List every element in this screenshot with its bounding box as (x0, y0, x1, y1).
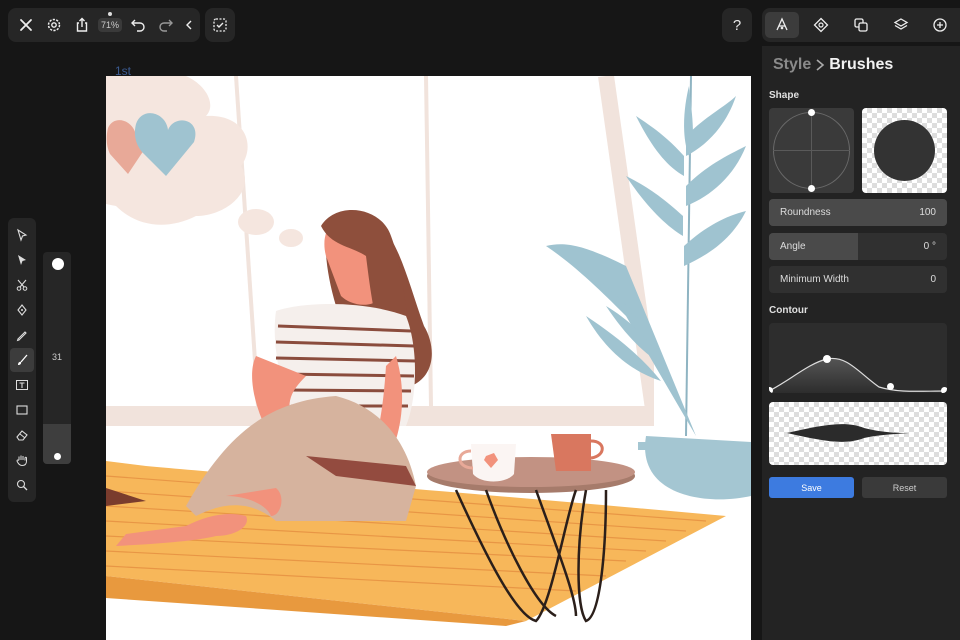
tool-bar (8, 218, 36, 502)
chevron-left-icon[interactable] (180, 11, 198, 39)
minimum-width-value: 0 (930, 274, 936, 285)
dashed-check-icon[interactable] (206, 11, 234, 39)
layers-tab-icon[interactable] (884, 12, 918, 38)
breadcrumb-brushes: Brushes (829, 56, 894, 73)
panel-tabs (762, 8, 960, 42)
selection-toolbar (205, 8, 235, 42)
contour-point[interactable] (769, 387, 773, 393)
contour-point[interactable] (941, 387, 947, 393)
breadcrumb: Style Brushes (773, 56, 893, 74)
contour-curve (769, 357, 947, 393)
help-label: ? (732, 16, 742, 34)
min-size-dot (54, 453, 61, 460)
zoom-icon[interactable] (10, 473, 34, 497)
minimum-width-slider[interactable]: Minimum Width 0 (769, 266, 947, 293)
brush-size-handle[interactable] (52, 258, 64, 270)
shape-bottom-handle[interactable] (808, 185, 815, 192)
help-button[interactable]: ? (723, 11, 751, 39)
angle-value: 0 ° (923, 241, 936, 252)
brush-icon[interactable] (10, 347, 34, 372)
minimum-width-label: Minimum Width (780, 274, 849, 285)
brush-shape-preview (862, 108, 947, 193)
save-button[interactable]: Save (769, 477, 854, 498)
direct-select-icon[interactable] (10, 248, 34, 272)
hand-icon[interactable] (10, 448, 34, 472)
fill-tab-icon[interactable] (804, 12, 838, 38)
stroke-preview-shape (787, 424, 909, 442)
roundness-value: 100 (919, 207, 936, 218)
pen-icon[interactable] (10, 298, 34, 322)
properties-panel: Style Brushes Shape Roundness 100 Angle … (762, 46, 960, 640)
share-icon[interactable] (68, 11, 96, 39)
close-icon[interactable] (12, 11, 40, 39)
redo-icon[interactable] (152, 11, 180, 39)
roundness-label: Roundness (780, 207, 831, 218)
illustration (106, 76, 751, 626)
roundness-slider[interactable]: Roundness 100 (769, 199, 947, 226)
eraser-icon[interactable] (10, 423, 34, 447)
brush-shape-editor[interactable] (769, 108, 854, 193)
shape-section-label: Shape (769, 90, 800, 101)
pencil-icon[interactable] (10, 323, 34, 347)
reset-button[interactable]: Reset (862, 477, 947, 498)
add-tab-icon[interactable] (923, 12, 957, 38)
artboard[interactable] (106, 76, 751, 640)
contour-editor[interactable] (769, 323, 947, 393)
shape-circle-guide (773, 112, 850, 189)
help-toolbar: ? (722, 8, 752, 42)
angle-slider[interactable]: Angle 0 ° (769, 233, 947, 260)
scissors-icon[interactable] (10, 273, 34, 297)
zoom-indicator[interactable]: 71% (96, 11, 124, 39)
contour-point[interactable] (823, 355, 831, 363)
rectangle-icon[interactable] (10, 398, 34, 422)
brush-size-slider[interactable]: 31 (43, 252, 71, 464)
arrange-tab-icon[interactable] (844, 12, 878, 38)
style-tab-icon[interactable] (764, 12, 799, 38)
breadcrumb-style[interactable]: Style (773, 56, 811, 74)
stroke-preview (769, 402, 947, 465)
chevron-right-icon (816, 59, 825, 71)
brush-size-value: 31 (51, 352, 62, 362)
zoom-value: 71% (97, 18, 122, 32)
select-arrow-icon[interactable] (10, 223, 34, 247)
main-toolbar: 71% (8, 8, 200, 42)
contour-section-label: Contour (769, 305, 808, 316)
text-icon[interactable] (10, 373, 34, 397)
angle-label: Angle (780, 241, 806, 252)
contour-point[interactable] (887, 383, 894, 390)
undo-icon[interactable] (124, 11, 152, 39)
shape-top-handle[interactable] (808, 109, 815, 116)
gear-icon[interactable] (40, 11, 68, 39)
